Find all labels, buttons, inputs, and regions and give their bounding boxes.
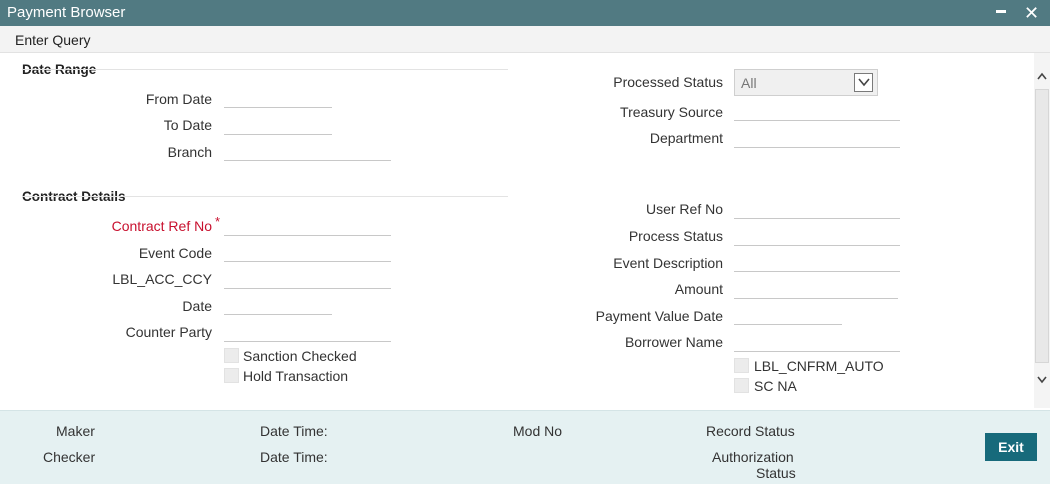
department-label: Department <box>649 130 723 146</box>
event-description-field[interactable] <box>734 250 900 272</box>
user-ref-label: User Ref No <box>645 201 723 217</box>
sanction-checked-checkbox[interactable] <box>224 348 239 363</box>
contract-ref-label-text: Contract Ref No <box>111 218 212 234</box>
hold-transaction-label: Hold Transaction <box>243 368 349 384</box>
counter-party-label: Counter Party <box>125 324 212 340</box>
authorization-status-label: Status <box>756 465 796 481</box>
to-date-label: To Date <box>163 117 212 133</box>
record-status-label: Record Status <box>706 423 795 439</box>
cnfrm-auto-checkbox[interactable] <box>734 358 749 373</box>
payment-value-date-label: Payment Value Date <box>595 308 723 324</box>
title-bar: Payment Browser ✕ <box>0 0 1050 26</box>
close-icon[interactable]: ✕ <box>1024 2 1039 24</box>
sanction-checked-label: Sanction Checked <box>243 348 357 364</box>
branch-field[interactable] <box>224 139 391 161</box>
date-label: Date <box>182 298 212 314</box>
vertical-scrollbar[interactable] <box>1034 53 1050 408</box>
user-ref-field[interactable] <box>734 197 900 219</box>
mod-no-label: Mod No <box>513 423 563 439</box>
processed-status-select[interactable]: All <box>734 69 878 96</box>
chevron-up-icon[interactable] <box>1037 67 1047 83</box>
minimize-icon[interactable] <box>996 10 1006 13</box>
date-range-divider <box>22 69 508 70</box>
treasury-source-label: Treasury Source <box>620 104 723 120</box>
menu-bar: Enter Query <box>0 26 1050 53</box>
date-field[interactable] <box>224 293 332 315</box>
maker-label: Maker <box>56 423 95 439</box>
contract-ref-field[interactable] <box>224 214 391 236</box>
sc-na-checkbox[interactable] <box>734 378 749 393</box>
from-date-label: From Date <box>145 91 212 107</box>
event-code-label: Event Code <box>138 245 212 261</box>
contract-ref-label: Contract Ref No <box>112 218 212 234</box>
processed-status-label: Processed Status <box>613 74 723 90</box>
event-code-field[interactable] <box>224 240 391 262</box>
chevron-down-icon[interactable] <box>1037 371 1047 387</box>
from-date-field[interactable] <box>224 86 332 108</box>
event-description-label: Event Description <box>613 255 723 271</box>
hold-transaction-checkbox[interactable] <box>224 368 239 383</box>
audit-footer: Maker Checker Date Time: Date Time: Mod … <box>0 410 1050 484</box>
payment-value-date-field[interactable] <box>734 303 842 325</box>
process-status-field[interactable] <box>734 224 900 246</box>
treasury-source-field[interactable] <box>734 99 900 121</box>
checker-date-time-label: Date Time: <box>260 449 328 465</box>
acc-ccy-label: LBL_ACC_CCY <box>112 271 212 287</box>
scrollbar-thumb[interactable] <box>1035 89 1049 363</box>
cnfrm-auto-label: LBL_CNFRM_AUTO <box>754 358 884 374</box>
process-status-label: Process Status <box>628 228 723 244</box>
processed-status-value: All <box>741 75 757 91</box>
amount-label: Amount <box>674 281 723 297</box>
exit-button[interactable]: Exit <box>985 433 1037 461</box>
chevron-down-icon[interactable] <box>854 73 873 92</box>
checker-label: Checker <box>43 449 96 465</box>
query-form: Date Range From Date To Date Branch Proc… <box>0 53 1034 408</box>
department-field[interactable] <box>734 126 900 148</box>
maker-date-time-label: Date Time: <box>260 423 328 439</box>
borrower-name-field[interactable] <box>734 330 900 352</box>
enter-query-menu[interactable]: Enter Query <box>15 32 90 48</box>
branch-label: Branch <box>167 144 212 160</box>
required-asterisk: * <box>215 214 221 229</box>
contract-details-divider <box>22 196 508 197</box>
authorization-label: Authorization <box>712 449 794 465</box>
amount-field[interactable] <box>734 277 898 299</box>
acc-ccy-field[interactable] <box>224 267 391 289</box>
sc-na-label: SC NA <box>754 378 797 394</box>
to-date-field[interactable] <box>224 113 332 135</box>
counter-party-field[interactable] <box>224 320 391 342</box>
borrower-name-label: Borrower Name <box>624 334 723 350</box>
window-title: Payment Browser <box>7 4 126 21</box>
